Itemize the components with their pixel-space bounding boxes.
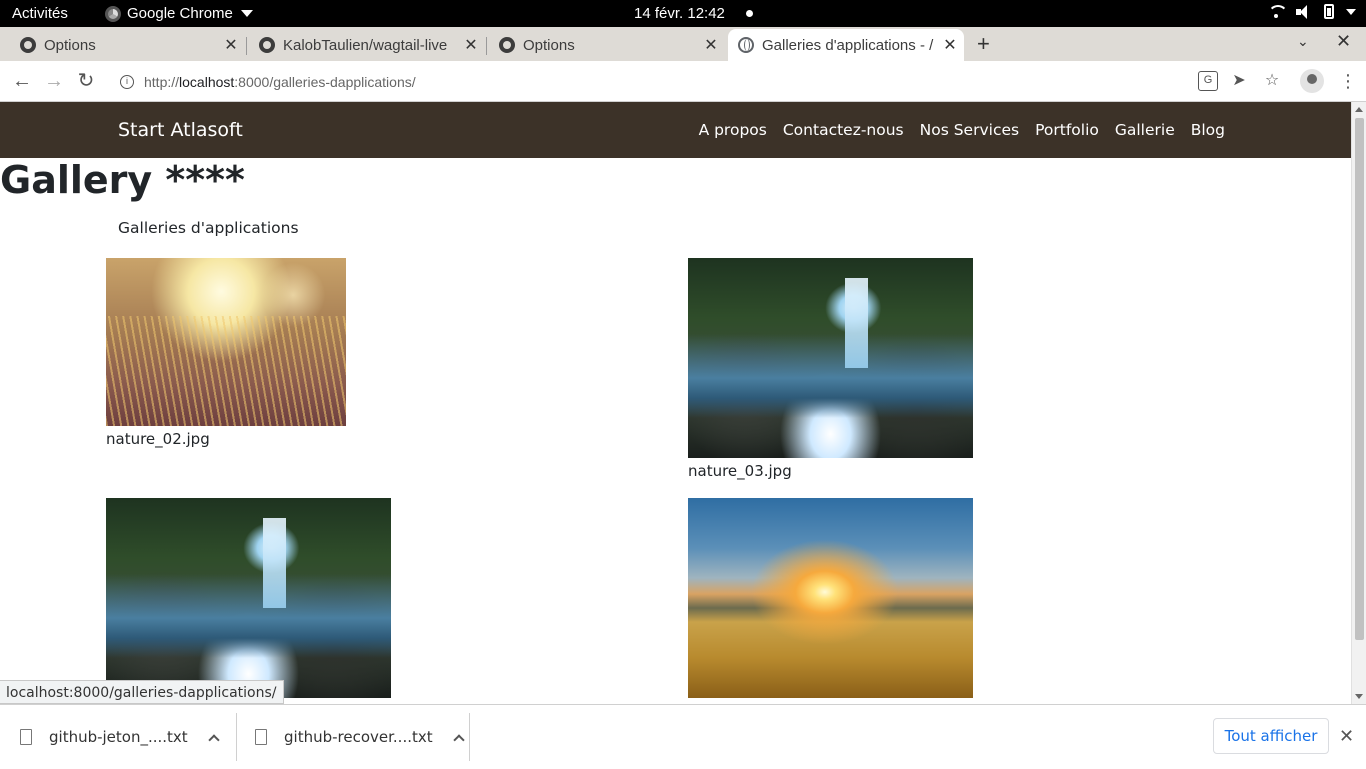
github-icon bbox=[20, 37, 36, 53]
send-tab-icon[interactable]: ➤ bbox=[1229, 71, 1249, 91]
new-tab-button[interactable]: + bbox=[977, 31, 990, 57]
close-shelf-icon[interactable]: ✕ bbox=[1339, 726, 1354, 747]
nav-link-a-propos[interactable]: A propos bbox=[699, 121, 767, 139]
gallery-image-grass[interactable] bbox=[106, 258, 346, 426]
download-item[interactable]: github-jeton_....txt bbox=[20, 705, 220, 769]
page-viewport: Start Atlasoft A propos Contactez-nous N… bbox=[0, 102, 1351, 704]
tab-title: Options bbox=[523, 36, 575, 54]
close-tab-icon[interactable]: ✕ bbox=[701, 35, 721, 55]
gallery-image-waterfall[interactable] bbox=[106, 498, 391, 698]
nav-link-blog[interactable]: Blog bbox=[1191, 121, 1225, 139]
tab-title: Galleries d'applications - / bbox=[762, 36, 934, 54]
gallery-item bbox=[688, 498, 973, 702]
show-all-downloads-button[interactable]: Tout afficher bbox=[1213, 718, 1329, 754]
activities-button[interactable]: Activités bbox=[12, 5, 68, 22]
close-tab-icon[interactable]: ✕ bbox=[221, 35, 241, 55]
tab-title: KalobTaulien/wagtail-live bbox=[283, 36, 448, 54]
tab-title: Options bbox=[44, 36, 96, 54]
download-separator bbox=[236, 713, 237, 761]
back-button[interactable]: ← bbox=[10, 69, 34, 93]
page-subtitle: Galleries d'applications bbox=[118, 219, 299, 237]
url-scheme: http:// bbox=[144, 73, 180, 90]
file-icon bbox=[20, 729, 32, 745]
url-host: localhost bbox=[179, 73, 235, 90]
wifi-icon bbox=[1268, 4, 1288, 19]
gallery-image-sunrise[interactable] bbox=[688, 498, 973, 698]
scroll-up-arrow-icon[interactable] bbox=[1355, 107, 1363, 112]
globe-icon bbox=[738, 37, 754, 53]
gallery-caption: nature_03.jpg bbox=[688, 462, 792, 480]
window-close-button[interactable]: ✕ bbox=[1336, 31, 1351, 52]
scrollbar-thumb[interactable] bbox=[1355, 118, 1364, 640]
notification-dot bbox=[746, 10, 753, 17]
tab-wagtail-live[interactable]: KalobTaulien/wagtail-live ✕ bbox=[247, 29, 485, 61]
browser-toolbar: ← → ↻ i http://localhost:8000/galleries-… bbox=[0, 61, 1366, 102]
scroll-down-arrow-icon[interactable] bbox=[1355, 694, 1363, 699]
address-bar[interactable]: i http://localhost:8000/galleries-dappli… bbox=[108, 66, 1188, 97]
forward-button[interactable]: → bbox=[42, 69, 66, 93]
tab-galleries-active[interactable]: Galleries d'applications - / ✕ bbox=[728, 29, 964, 61]
downloads-shelf: github-jeton_....txt github-recover....t… bbox=[0, 704, 1366, 768]
system-menu[interactable] bbox=[1268, 4, 1356, 19]
app-name: Google Chrome bbox=[127, 5, 233, 22]
gallery-caption: nature_02.jpg bbox=[106, 430, 210, 448]
profile-avatar-icon[interactable] bbox=[1300, 69, 1324, 93]
page-scrollbar[interactable] bbox=[1351, 102, 1366, 704]
gallery-image-waterfall[interactable] bbox=[688, 258, 973, 458]
close-tab-icon[interactable]: ✕ bbox=[461, 35, 481, 55]
nav-link-portfolio[interactable]: Portfolio bbox=[1035, 121, 1099, 139]
chevron-up-icon[interactable] bbox=[208, 733, 220, 746]
download-filename: github-jeton_....txt bbox=[49, 728, 188, 746]
system-top-bar: Activités Google Chrome 14 févr. 12:42 bbox=[0, 0, 1366, 27]
url-path: :8000/galleries-dapplications/ bbox=[234, 73, 416, 90]
download-item[interactable]: github-recover....txt bbox=[255, 705, 465, 769]
tab-options-1[interactable]: Options ✕ bbox=[0, 29, 245, 61]
tab-search-chevron-icon[interactable]: ⌄ bbox=[1297, 33, 1309, 50]
github-icon bbox=[499, 37, 515, 53]
nav-link-services[interactable]: Nos Services bbox=[920, 121, 1019, 139]
battery-icon bbox=[1324, 4, 1334, 19]
download-separator bbox=[469, 713, 470, 761]
bookmark-star-icon[interactable]: ☆ bbox=[1262, 71, 1282, 91]
site-navbar: Start Atlasoft A propos Contactez-nous N… bbox=[0, 102, 1351, 158]
site-brand[interactable]: Start Atlasoft bbox=[118, 119, 243, 141]
chevron-up-icon[interactable] bbox=[452, 733, 465, 746]
nav-link-contact[interactable]: Contactez-nous bbox=[783, 121, 904, 139]
menu-kebab-icon[interactable]: ⋮ bbox=[1338, 71, 1358, 91]
reload-button[interactable]: ↻ bbox=[74, 69, 98, 93]
download-filename: github-recover....txt bbox=[284, 728, 433, 746]
gallery-item: nature_03.jpg bbox=[688, 258, 973, 480]
close-tab-icon[interactable]: ✕ bbox=[940, 35, 960, 55]
caret-down-icon bbox=[240, 10, 253, 17]
clock[interactable]: 14 févr. 12:42 bbox=[634, 5, 725, 22]
file-icon bbox=[255, 729, 267, 745]
translate-icon[interactable]: G bbox=[1198, 71, 1218, 91]
info-icon[interactable]: i bbox=[120, 74, 134, 89]
nav-link-gallerie[interactable]: Gallerie bbox=[1115, 121, 1175, 139]
status-bubble-url: localhost:8000/galleries-dapplications/ bbox=[0, 680, 284, 704]
caret-down-icon bbox=[1346, 8, 1356, 15]
github-icon bbox=[259, 37, 275, 53]
app-menu[interactable]: Google Chrome bbox=[105, 5, 253, 22]
tab-strip: Options ✕ KalobTaulien/wagtail-live ✕ Op… bbox=[0, 27, 1366, 61]
site-nav-links: A propos Contactez-nous Nos Services Por… bbox=[699, 121, 1225, 139]
gallery-item: nature_02.jpg bbox=[106, 258, 346, 448]
tab-options-2[interactable]: Options ✕ bbox=[487, 29, 725, 61]
chrome-icon bbox=[105, 5, 121, 22]
gallery-item bbox=[106, 498, 391, 702]
volume-muted-icon bbox=[1296, 4, 1312, 19]
page-title: Gallery **** bbox=[0, 158, 245, 202]
